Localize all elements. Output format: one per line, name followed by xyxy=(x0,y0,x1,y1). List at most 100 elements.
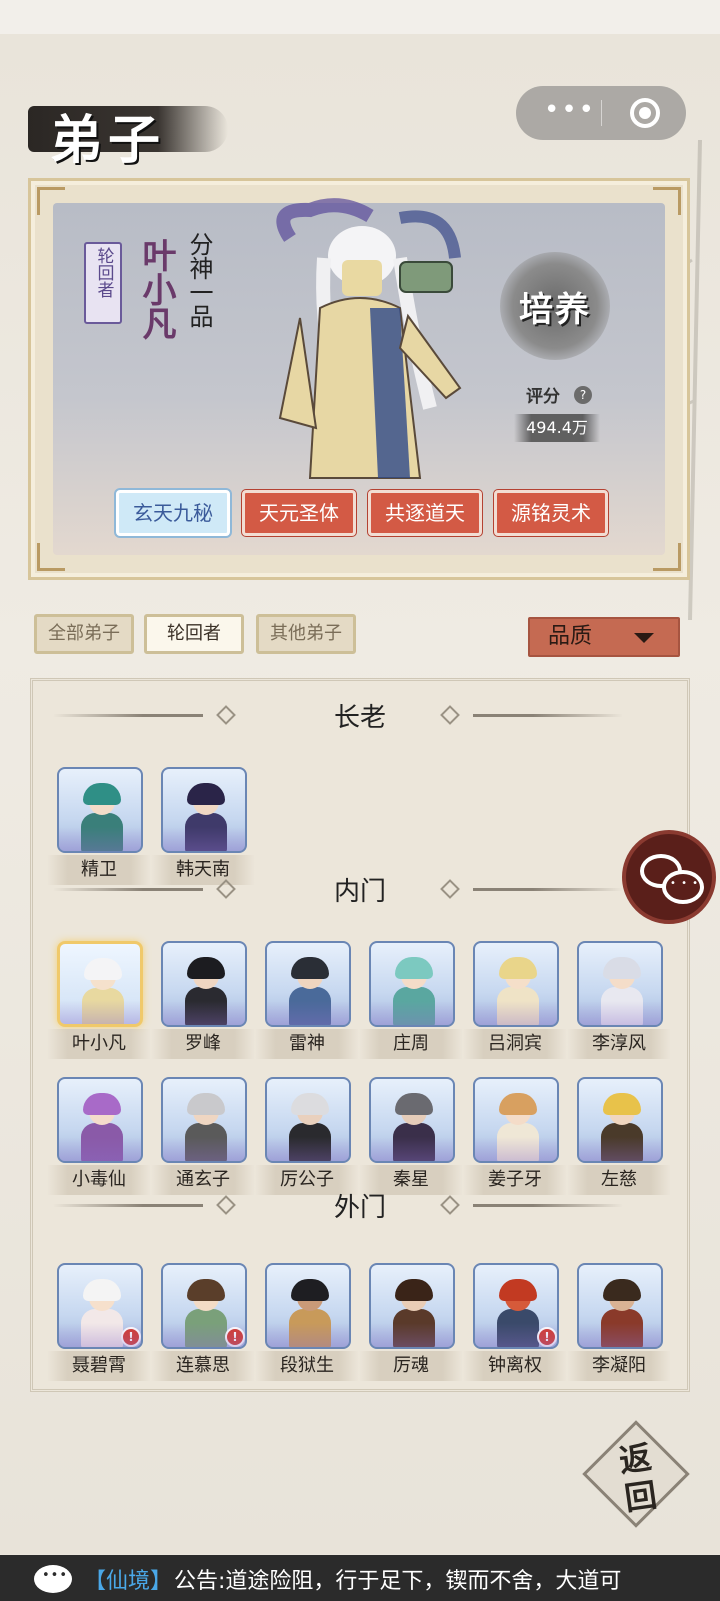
character-figure xyxy=(77,783,127,851)
filter-tab-rebirth[interactable]: 轮回者 xyxy=(144,614,244,654)
train-button[interactable]: 培养 xyxy=(500,252,610,360)
status-strip xyxy=(0,0,720,34)
capsule-divider xyxy=(601,100,602,126)
train-button-label: 培养 xyxy=(519,290,591,330)
skill-tab-1[interactable]: 玄天九秘 xyxy=(116,490,230,536)
section-header-inner: 内门 xyxy=(33,869,687,909)
disciple-card[interactable]: 姜子牙 xyxy=(463,1077,567,1197)
disciple-portrait xyxy=(265,941,351,1027)
disciple-card[interactable]: 李淳风 xyxy=(567,941,671,1061)
disciple-portrait xyxy=(369,1263,455,1349)
disciple-portrait xyxy=(161,1077,247,1163)
character-figure xyxy=(597,1279,647,1347)
character-figure xyxy=(285,1279,335,1347)
character-figure xyxy=(285,1093,335,1161)
disciple-card[interactable]: ! 钟离权 xyxy=(463,1263,567,1383)
disciple-portrait xyxy=(473,941,559,1027)
divider-line xyxy=(473,888,623,891)
disciple-portrait xyxy=(577,1263,663,1349)
score-help-icon[interactable]: ? xyxy=(574,386,592,404)
disciple-name: 叶小凡 xyxy=(47,1029,151,1059)
page-title: 弟子 xyxy=(50,110,167,171)
chevron-down-icon xyxy=(634,633,654,643)
alert-badge: ! xyxy=(121,1327,141,1347)
disciple-card[interactable]: 庄周 xyxy=(359,941,463,1061)
disciple-name: 钟离权 xyxy=(463,1351,567,1381)
chat-float-button[interactable] xyxy=(622,830,716,924)
disciple-card-selected[interactable]: 叶小凡 xyxy=(47,941,151,1061)
quality-sort-label: 品质 xyxy=(548,624,593,649)
disciple-portrait: ! xyxy=(473,1263,559,1349)
disciple-name: 雷神 xyxy=(255,1029,359,1059)
disciple-portrait xyxy=(57,941,143,1027)
character-figure xyxy=(389,1093,439,1161)
disciple-card[interactable]: 李凝阳 xyxy=(567,1263,671,1383)
character-figure xyxy=(77,1093,127,1161)
character-figure xyxy=(181,957,231,1025)
disciple-card[interactable]: 罗峰 xyxy=(151,941,255,1061)
disciple-portrait xyxy=(577,941,663,1027)
character-figure xyxy=(77,1279,127,1347)
disciple-portrait xyxy=(577,1077,663,1163)
disciple-card[interactable]: 厉公子 xyxy=(255,1077,359,1197)
disciple-name: 连慕思 xyxy=(151,1351,255,1381)
back-button-label[interactable]: 返回 xyxy=(603,1436,673,1520)
disciple-portrait xyxy=(161,767,247,853)
disciple-name: 罗峰 xyxy=(151,1029,255,1059)
disciple-card[interactable]: 厉魂 xyxy=(359,1263,463,1383)
character-figure xyxy=(389,1279,439,1347)
disciple-name: 李淳风 xyxy=(567,1029,671,1059)
disciple-card[interactable]: ! 聂碧霄 xyxy=(47,1263,151,1383)
rebirth-tag-text: 轮回者 xyxy=(93,247,114,298)
hero-rank: 分神一品 xyxy=(184,232,214,334)
score-value: 494.4万 xyxy=(514,414,600,442)
quality-sort-dropdown[interactable]: 品质 xyxy=(528,617,680,657)
close-target-icon[interactable] xyxy=(630,98,660,128)
filter-tab-all[interactable]: 全部弟子 xyxy=(34,614,134,654)
chat-icon xyxy=(34,1565,72,1593)
disciple-card[interactable]: 秦星 xyxy=(359,1077,463,1197)
skill-tab-4[interactable]: 源铭灵术 xyxy=(494,490,608,536)
disciple-card[interactable]: 吕洞宾 xyxy=(463,941,567,1061)
disciple-portrait xyxy=(473,1077,559,1163)
disciple-portrait xyxy=(57,1077,143,1163)
divider-line xyxy=(473,714,623,717)
disciple-portrait xyxy=(57,767,143,853)
more-menu-icon[interactable]: ••• xyxy=(540,97,600,126)
disciple-portrait xyxy=(161,941,247,1027)
disciple-list-panel[interactable]: 长老 精卫 韩天南 内门 叶小凡 罗峰 雷神 庄周 吕洞宾 李淳风 小毒仙 通玄… xyxy=(30,678,690,1392)
announcement-ticker[interactable]: 【仙境】 公告:道途险阻，行于足下，锲而不舍，大道可 xyxy=(0,1555,720,1601)
section-header-elders: 长老 xyxy=(33,695,687,735)
disciple-card[interactable]: 通玄子 xyxy=(151,1077,255,1197)
section-header-outer: 外门 xyxy=(33,1185,687,1225)
disciple-portrait xyxy=(265,1077,351,1163)
miniprogram-capsule: ••• xyxy=(516,86,686,140)
disciple-card[interactable]: 左慈 xyxy=(567,1077,671,1197)
disciple-name: 李凝阳 xyxy=(567,1351,671,1381)
announcement-channel: 【仙境】 xyxy=(84,1569,173,1594)
page-title-banner: 弟子 xyxy=(28,96,228,171)
character-figure xyxy=(181,1279,231,1347)
disciple-portrait: ! xyxy=(57,1263,143,1349)
hero-character-figure xyxy=(276,198,462,479)
character-figure xyxy=(285,957,335,1025)
skill-tab-2[interactable]: 天元圣体 xyxy=(242,490,356,536)
rebirth-tag: 轮回者 xyxy=(84,242,122,324)
disciple-portrait xyxy=(369,941,455,1027)
announcement-text: 公告:道途险阻，行于足下，锲而不舍，大道可 xyxy=(174,1569,622,1594)
disciple-card[interactable]: 雷神 xyxy=(255,941,359,1061)
divider-line xyxy=(473,1204,623,1207)
character-figure xyxy=(78,958,128,1024)
character-figure xyxy=(597,957,647,1025)
disciple-card[interactable]: ! 连慕思 xyxy=(151,1263,255,1383)
hero-rank-text: 分神一品 xyxy=(185,232,213,328)
chat-bubble-icon xyxy=(662,870,704,904)
hero-name-text: 叶小凡 xyxy=(136,238,176,340)
character-figure xyxy=(389,957,439,1025)
character-figure xyxy=(181,1093,231,1161)
disciple-card[interactable]: 段狱生 xyxy=(255,1263,359,1383)
disciple-card[interactable]: 小毒仙 xyxy=(47,1077,151,1197)
skill-tab-3[interactable]: 共逐道天 xyxy=(368,490,482,536)
filter-tab-others[interactable]: 其他弟子 xyxy=(256,614,356,654)
character-figure xyxy=(597,1093,647,1161)
